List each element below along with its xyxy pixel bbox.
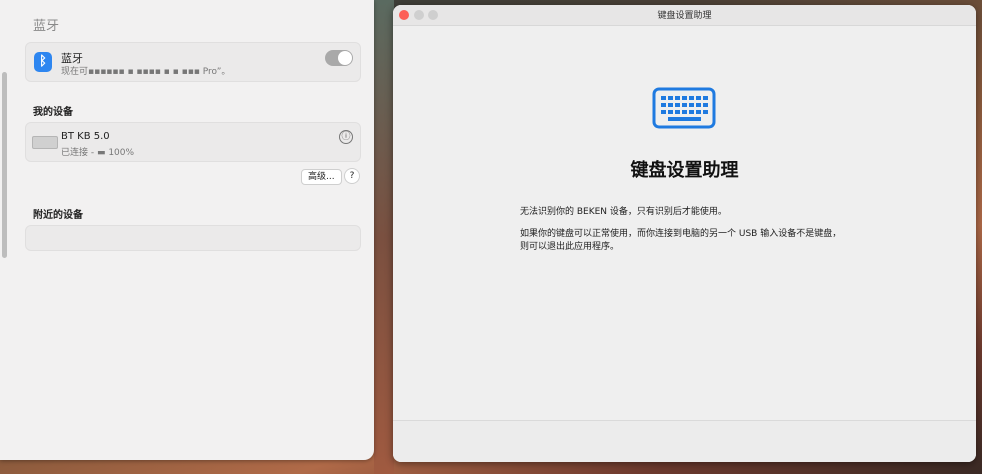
nearby-devices-list — [25, 225, 361, 251]
window-titlebar[interactable]: 键盘设置助理 — [393, 5, 976, 26]
wallpaper — [374, 0, 394, 474]
keyboard-setup-assistant-window: 键盘设置助理 键盘设置助理 无法识别你的 BEKEN 设备，只有识别后才能使用。… — [393, 5, 976, 462]
message-quit-hint: 如果你的键盘可以正常使用，而你连接到电脑的另一个 USB 输入设备不是键盘，则可… — [520, 229, 842, 252]
keyboard-icon — [652, 87, 716, 129]
bluetooth-settings-pane: 蓝牙 ᛒ 蓝牙 现在可▪▪▪▪▪▪ ▪ ▪▪▪▪ ▪ ▪ ▪▪▪ Pro”。 我… — [0, 0, 374, 460]
pane-title: 蓝牙 — [33, 19, 60, 34]
keyboard-device-icon — [32, 136, 58, 149]
bluetooth-icon: ᛒ — [34, 52, 52, 72]
window-title: 键盘设置助理 — [657, 11, 712, 21]
my-devices-heading: 我的设备 — [33, 107, 73, 118]
help-button[interactable]: ? — [344, 168, 360, 184]
bluetooth-card: ᛒ 蓝牙 现在可▪▪▪▪▪▪ ▪ ▪▪▪▪ ▪ ▪ ▪▪▪ Pro”。 — [25, 42, 361, 82]
bluetooth-status: 现在可▪▪▪▪▪▪ ▪ ▪▪▪▪ ▪ ▪ ▪▪▪ Pro”。 — [61, 67, 231, 77]
device-status: 已连接 - ▬ 100% — [61, 148, 135, 158]
page-title: 键盘设置助理 — [630, 160, 739, 181]
bluetooth-toggle[interactable] — [325, 50, 353, 66]
message-unrecognized: 无法识别你的 BEKEN 设备，只有识别后才能使用。 — [520, 207, 727, 217]
nearby-devices-heading: 附近的设备 — [33, 210, 83, 221]
toggle-knob — [338, 51, 352, 65]
advanced-button[interactable]: 高级... — [301, 169, 342, 185]
info-icon[interactable]: ⓘ — [339, 130, 353, 144]
device-row-bt-kb[interactable]: BT KB 5.0 已连接 - ▬ 100% ⓘ — [25, 122, 361, 162]
scrollbar[interactable] — [2, 72, 7, 258]
device-name: BT KB 5.0 — [61, 131, 110, 142]
window-footer — [393, 420, 976, 462]
